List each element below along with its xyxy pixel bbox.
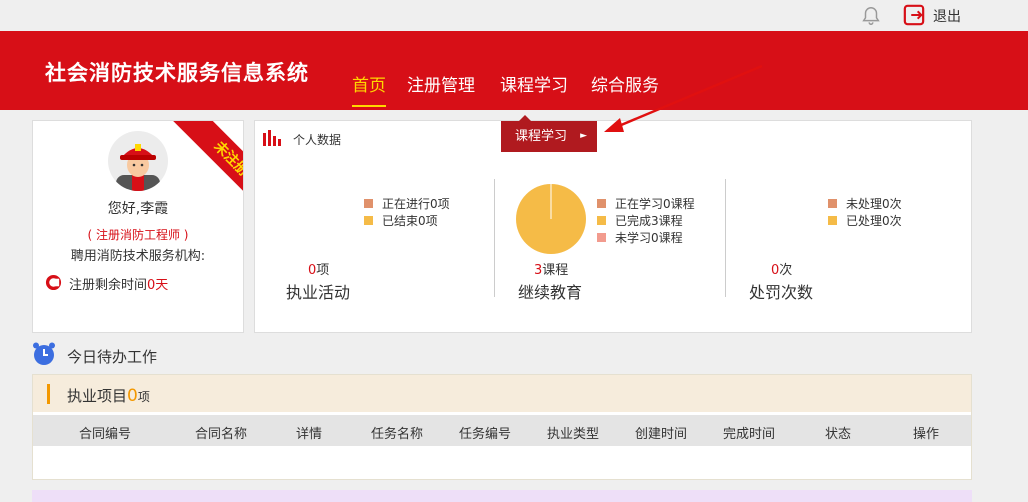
accent-bar xyxy=(47,384,50,404)
remaining-unit: 天 xyxy=(155,278,169,293)
avatar xyxy=(108,131,168,191)
legend-item: 正在学习0课程 xyxy=(597,195,695,212)
practice-project-header: 执业项目0项 xyxy=(33,375,971,412)
column-header[interactable]: 操作 xyxy=(913,423,939,442)
timer-icon xyxy=(45,274,62,291)
course-study-dropdown-label: 课程学习 xyxy=(515,129,568,144)
legend-item: 已完成3课程 xyxy=(597,212,683,229)
legend-item: 正在进行0项 xyxy=(364,195,450,212)
remaining-label: 注册剩余时间 xyxy=(69,278,148,293)
column-header[interactable]: 任务名称 xyxy=(371,423,423,442)
logout-link[interactable]: 退出 xyxy=(933,6,961,26)
nav-course-study[interactable]: 课程学习 xyxy=(500,71,568,96)
org-label: 聘用消防技术服务机构: xyxy=(70,249,206,264)
nav-registration[interactable]: 注册管理 xyxy=(407,71,475,96)
logout-icon[interactable] xyxy=(903,4,925,26)
education-label: 继续教育 xyxy=(518,283,583,302)
column-header[interactable]: 详情 xyxy=(296,423,322,442)
caret-right-icon: ► xyxy=(580,131,587,141)
table-header: 合同编号 合同名称 详情 任务名称 任务编号 执业类型 创建时间 完成时间 状态… xyxy=(33,415,971,446)
todo-title: 今日待办工作 xyxy=(67,348,158,366)
legend-item: 未学习0课程 xyxy=(597,229,683,246)
column-header[interactable]: 执业类型 xyxy=(547,423,599,442)
bell-icon[interactable] xyxy=(860,5,882,27)
legend-item: 已处理0次 xyxy=(828,212,902,229)
column-header[interactable]: 合同编号 xyxy=(79,423,131,442)
legend-item: 未处理0次 xyxy=(828,195,902,212)
column-header[interactable]: 完成时间 xyxy=(723,423,775,442)
alarm-clock-icon xyxy=(33,342,55,365)
education-pie-chart xyxy=(516,184,586,254)
column-header[interactable]: 合同名称 xyxy=(195,423,247,442)
nav-home[interactable]: 首页 xyxy=(352,71,386,107)
greeting: 您好,李霞 xyxy=(107,201,169,217)
penalty-label: 处罚次数 xyxy=(749,283,814,302)
column-header[interactable]: 创建时间 xyxy=(635,423,687,442)
divider xyxy=(494,179,495,297)
top-bar: 退出 xyxy=(0,0,1028,31)
practice-project-title: 执业项目0项 xyxy=(67,386,150,406)
practice-label: 执业活动 xyxy=(286,283,351,302)
system-title: 社会消防技术服务信息系统 xyxy=(45,60,309,85)
practice-count: 0项 xyxy=(308,263,330,278)
personal-data-card: 个人数据 课程学习 ► 正在进行0项 已结束0项 0项 执业活动 正在学习0课程 … xyxy=(254,115,972,333)
header: 社会消防技术服务信息系统 首页 注册管理 课程学习 综合服务 xyxy=(0,31,1028,110)
course-study-dropdown[interactable]: 课程学习 ► xyxy=(501,115,597,152)
practice-project-card: 执业项目0项 合同编号 合同名称 详情 任务名称 任务编号 执业类型 创建时间 … xyxy=(32,374,972,480)
column-header[interactable]: 状态 xyxy=(825,423,851,442)
legend-item: 已结束0项 xyxy=(364,212,438,229)
next-section-header xyxy=(32,490,972,502)
personal-data-title: 个人数据 xyxy=(293,133,342,147)
divider xyxy=(725,179,726,297)
annotation-arrow xyxy=(604,64,763,132)
bar-chart-icon xyxy=(263,130,281,146)
firefighter-avatar-icon xyxy=(116,144,160,191)
column-header[interactable]: 任务编号 xyxy=(459,423,511,442)
remaining-time: 注册剩余时间0天 xyxy=(69,274,168,293)
role-label: ( 注册消防工程师 ) xyxy=(87,228,189,242)
penalty-count: 0次 xyxy=(771,263,793,278)
education-count: 3课程 xyxy=(534,263,569,278)
profile-card: 未注册 您好,李霞 ( 注册消防工程师 ) 聘用消防技术服务机构: 注册剩余时间… xyxy=(32,120,244,333)
